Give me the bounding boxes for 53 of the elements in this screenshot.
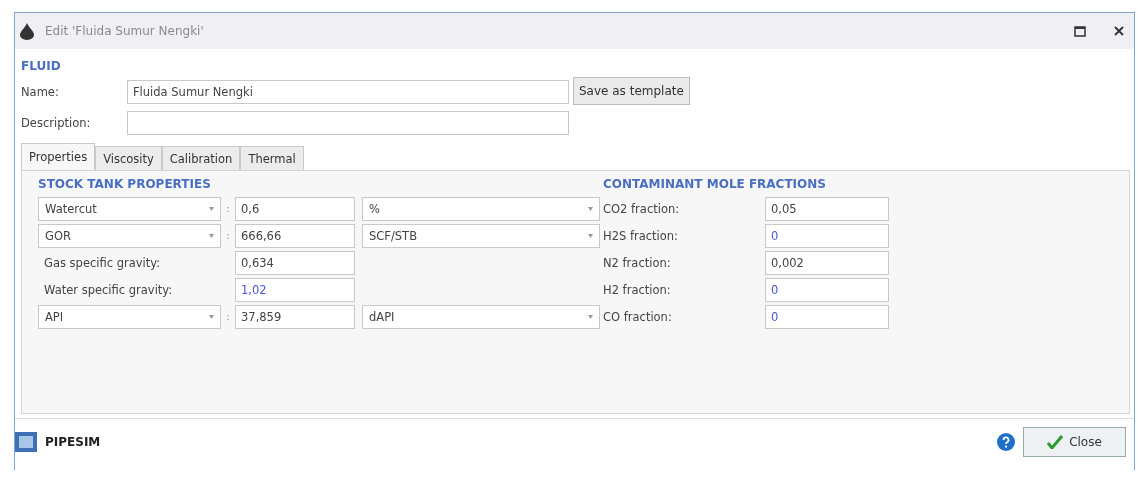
tab[interactable]: Calibration: [161, 146, 241, 170]
value-field[interactable]: 37,859: [235, 304, 355, 329]
description-field[interactable]: [127, 111, 569, 135]
close-icon[interactable]: [1114, 26, 1124, 36]
field-label: Description:: [21, 116, 92, 130]
value-field[interactable]: 1,02: [235, 277, 355, 302]
close-button[interactable]: Close: [1023, 426, 1126, 457]
field-label: CO2 fraction:: [603, 201, 681, 216]
dropdown-arrow-icon: [209, 233, 214, 238]
section-heading: FLUID: [21, 59, 62, 73]
property-dropdown[interactable]: GOR: [38, 223, 221, 248]
colon-separator: :: [225, 310, 231, 323]
maximize-icon[interactable]: [1074, 25, 1086, 37]
brand-name: PIPESIM: [45, 434, 102, 449]
tab[interactable]: Properties: [21, 143, 96, 170]
checkmark-icon: [1047, 434, 1064, 449]
field-label: N2 fraction:: [603, 255, 672, 270]
field-label: Gas specific gravity:: [43, 255, 162, 270]
property-dropdown[interactable]: Watercut: [38, 196, 221, 221]
unit-dropdown[interactable]: dAPI: [362, 304, 600, 329]
value-field[interactable]: 0,634: [235, 250, 355, 275]
value-field[interactable]: 0: [765, 277, 889, 302]
save-as-template-button[interactable]: Save as template: [573, 77, 690, 105]
field-label: Name:: [21, 85, 60, 99]
value-field[interactable]: 0,6: [235, 196, 355, 221]
name-field[interactable]: Fluida Sumur Nengki: [127, 80, 569, 104]
dropdown-arrow-icon: [588, 206, 593, 211]
field-label: H2S fraction:: [603, 228, 679, 243]
droplet-icon: [19, 22, 35, 40]
value-field[interactable]: 0: [765, 223, 889, 248]
field-label: H2 fraction:: [603, 282, 672, 297]
logo-icon: [15, 431, 37, 452]
value-field[interactable]: 0,002: [765, 250, 889, 275]
dropdown-arrow-icon: [588, 233, 593, 238]
colon-separator: :: [225, 202, 231, 215]
tab[interactable]: Thermal: [240, 146, 304, 170]
field-label: CO fraction:: [603, 309, 673, 324]
dropdown-arrow-icon: [209, 206, 214, 211]
value-field[interactable]: 0,05: [765, 196, 889, 221]
unit-dropdown[interactable]: SCF/STB: [362, 223, 600, 248]
dropdown-arrow-icon: [209, 314, 214, 319]
colon-separator: :: [225, 229, 231, 242]
help-icon[interactable]: [997, 432, 1015, 451]
unit-dropdown[interactable]: %: [362, 196, 600, 221]
property-dropdown[interactable]: API: [38, 304, 221, 329]
value-field[interactable]: 666,66: [235, 223, 355, 248]
dropdown-arrow-icon: [588, 314, 593, 319]
section-heading: CONTAMINANT MOLE FRACTIONS: [603, 177, 827, 191]
value-field[interactable]: 0: [765, 304, 889, 329]
section-heading: STOCK TANK PROPERTIES: [38, 177, 212, 191]
field-label: Water specific gravity:: [43, 282, 174, 297]
tab[interactable]: Viscosity: [95, 146, 162, 170]
window-title: Edit 'Fluida Sumur Nengki': [45, 24, 205, 38]
